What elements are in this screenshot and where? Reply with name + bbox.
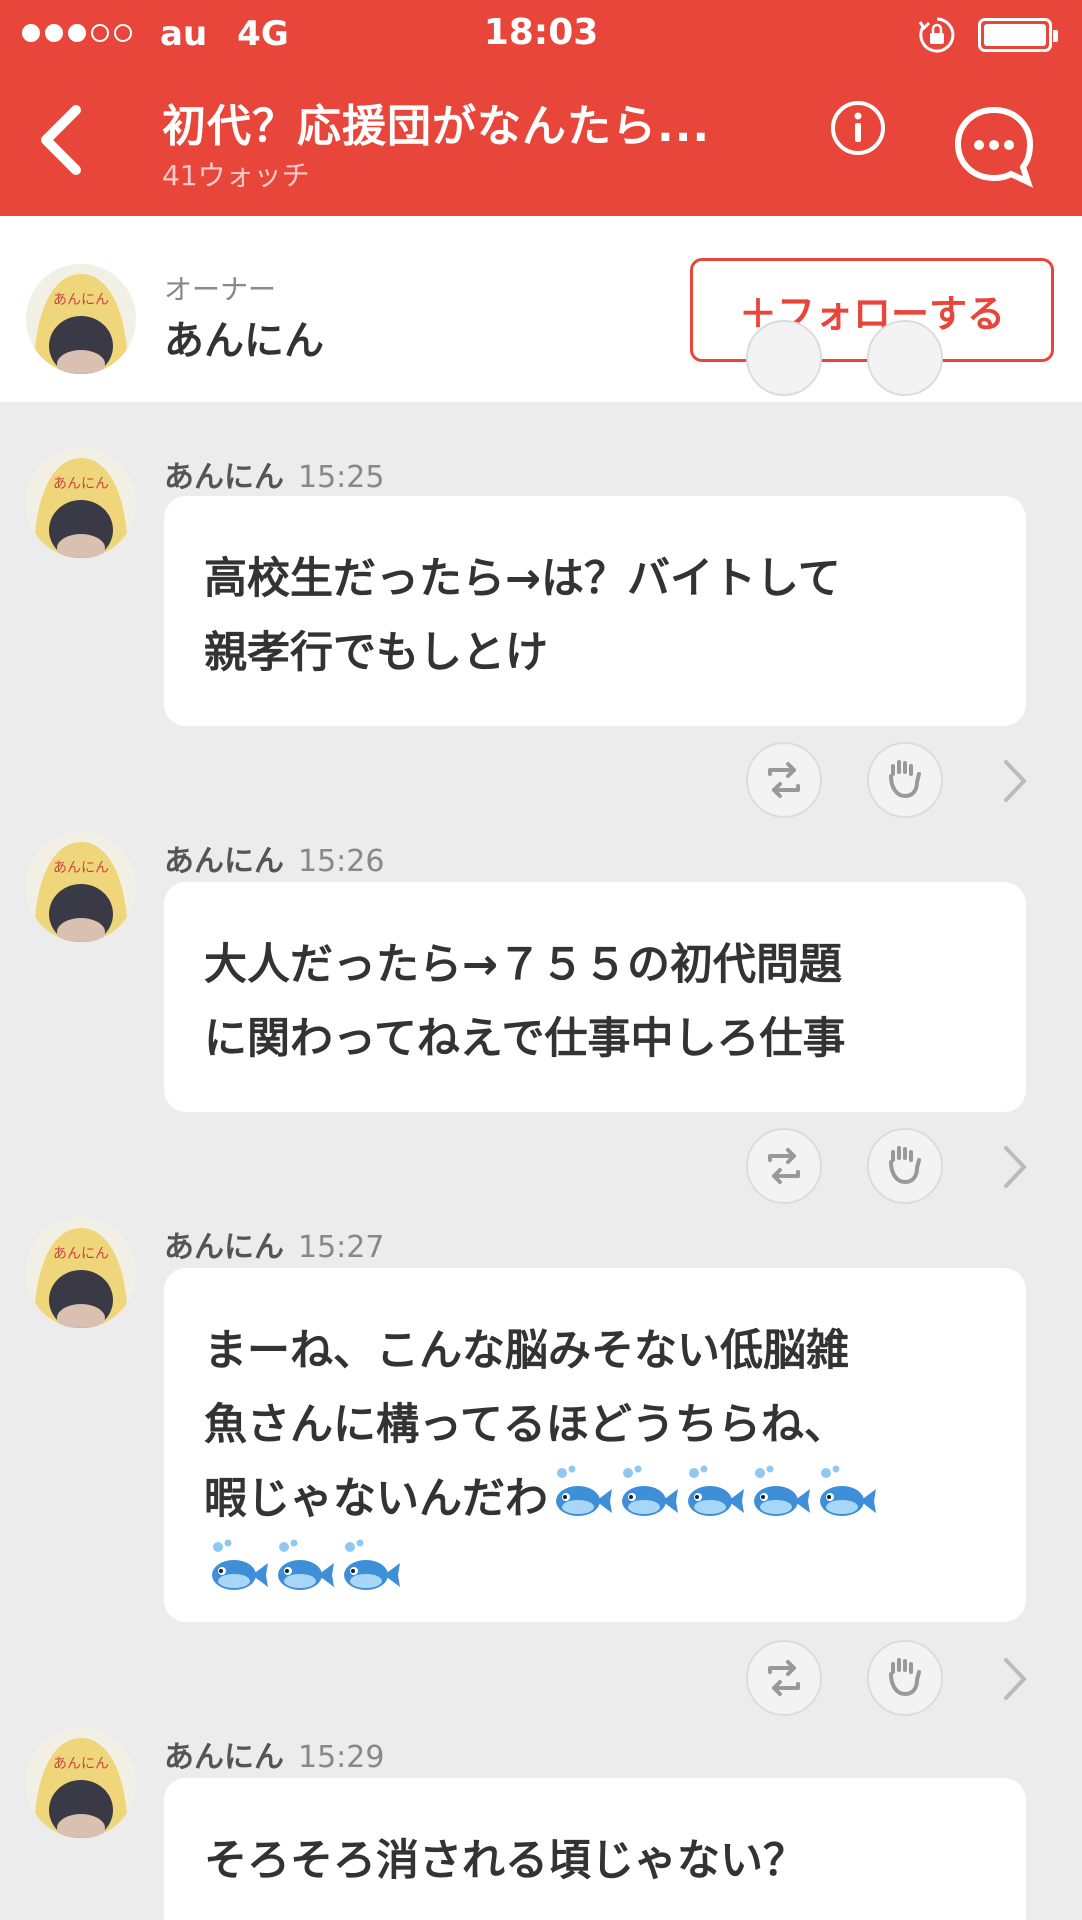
message-bubble[interactable]: 大人だったら→７５５の初代問題 に関わってねえで仕事中しろ仕事 <box>164 882 1026 1112</box>
message-line: まーね、こんな脳みそない低脳雑 <box>204 1326 849 1376</box>
svg-text:あんにん: あんにん <box>53 1756 109 1772</box>
fish-icon <box>344 1539 400 1590</box>
svg-text:あんにん: あんにん <box>53 1246 109 1262</box>
user-avatar[interactable]: あんにん <box>26 832 136 942</box>
back-chevron-icon[interactable] <box>30 100 90 180</box>
svg-text:あんにん: あんにん <box>53 292 109 308</box>
chevron-right-icon[interactable] <box>1000 1654 1030 1704</box>
message-meta: あんにん 15:27 <box>164 1222 384 1266</box>
user-avatar[interactable]: あんにん <box>26 448 136 558</box>
message-bubble[interactable]: そろそろ消される頃じゃない？ <box>164 1778 1026 1920</box>
message-actions <box>0 1128 1082 1208</box>
app-screen: au 4G 18:03 初代？応援団がなんたら... 41ウォッチ あんにん オ… <box>0 0 1082 1920</box>
message-line: 魚さんに構ってるほどうちらね、 <box>204 1400 847 1450</box>
clap-button[interactable] <box>867 1640 943 1716</box>
thread-title: 初代？応援団がなんたら... <box>162 101 711 152</box>
message-actions <box>0 742 1082 822</box>
message-time: 15:26 <box>298 844 385 879</box>
svg-text:あんにん: あんにん <box>53 860 109 876</box>
rotation-lock-icon <box>918 17 955 53</box>
battery-icon <box>978 18 1058 52</box>
repost-button[interactable] <box>746 742 822 818</box>
clap-button[interactable] <box>867 320 943 396</box>
message-author: あんにん <box>164 1740 284 1775</box>
clap-button[interactable] <box>867 742 943 818</box>
clap-button[interactable] <box>867 1128 943 1204</box>
chevron-right-icon[interactable] <box>1000 1142 1030 1192</box>
repost-button[interactable] <box>746 1640 822 1716</box>
svg-text:あんにん: あんにん <box>53 476 109 492</box>
fish-icon <box>278 1539 334 1590</box>
fish-icon <box>622 1465 678 1516</box>
fish-icon <box>556 1465 612 1516</box>
message-author: あんにん <box>164 1230 284 1265</box>
message-actions <box>0 1640 1082 1720</box>
repost-button[interactable] <box>746 1128 822 1204</box>
message-meta: あんにん 15:29 <box>164 1732 384 1776</box>
fish-icon <box>688 1465 744 1516</box>
message-time: 15:25 <box>298 460 385 495</box>
chevron-right-icon[interactable] <box>1000 756 1030 806</box>
fish-icon <box>754 1465 810 1516</box>
message-time: 15:27 <box>298 1230 385 1265</box>
fish-icon <box>820 1465 876 1516</box>
message-line: に関わってねえで仕事中しろ仕事 <box>204 1014 846 1064</box>
watch-count: 41ウォッチ <box>162 159 310 192</box>
top-app-bar: au 4G 18:03 初代？応援団がなんたら... 41ウォッチ <box>0 0 1082 216</box>
status-bar: au 4G 18:03 <box>0 0 1082 70</box>
message-line: 親孝行でもしとけ <box>204 628 548 678</box>
emoji-line <box>204 1536 986 1610</box>
repost-button[interactable] <box>746 320 822 396</box>
message-author: あんにん <box>164 460 284 495</box>
message-time: 15:29 <box>298 1740 385 1775</box>
message-line: 高校生だったら→は？バイトして <box>204 554 841 604</box>
chat-bubble-icon[interactable] <box>952 104 1036 188</box>
message-line: 大人だったら→７５５の初代問題 <box>204 940 843 990</box>
user-avatar[interactable]: あんにん <box>26 1218 136 1328</box>
fish-icon <box>212 1539 268 1590</box>
message-bubble[interactable]: 高校生だったら→は？バイトして 親孝行でもしとけ <box>164 496 1026 726</box>
info-icon[interactable] <box>828 98 888 158</box>
message-meta: あんにん 15:26 <box>164 836 384 880</box>
owner-name[interactable]: あんにん <box>164 308 324 366</box>
owner-avatar[interactable]: あんにん <box>26 264 136 374</box>
owner-label: オーナー <box>164 273 277 306</box>
message-meta: あんにん 15:25 <box>164 452 384 496</box>
message-line-with-emoji: 暇じゃないんだわ <box>204 1462 986 1536</box>
user-avatar[interactable]: あんにん <box>26 1728 136 1838</box>
message-author: あんにん <box>164 844 284 879</box>
message-line: そろそろ消される頃じゃない？ <box>204 1836 806 1886</box>
message-bubble[interactable]: まーね、こんな脳みそない低脳雑 魚さんに構ってるほどうちらね、 暇じゃないんだわ <box>164 1268 1026 1622</box>
message-actions-partial <box>0 320 1082 440</box>
